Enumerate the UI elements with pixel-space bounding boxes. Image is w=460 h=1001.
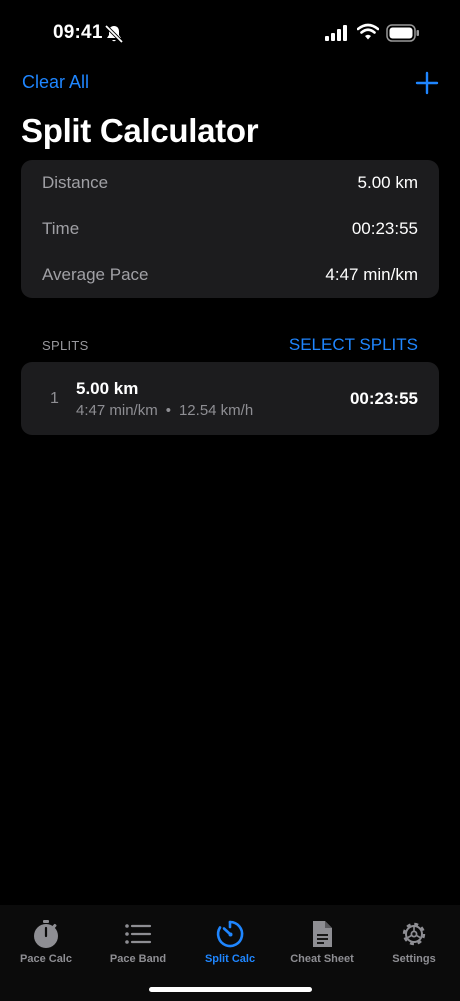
summary-card: Distance 5.00 km Time 00:23:55 Average P… xyxy=(21,160,439,298)
status-time: 09:41 xyxy=(53,22,103,43)
time-label: Time xyxy=(42,219,80,238)
gear-icon xyxy=(402,922,426,946)
tab-settings[interactable]: Settings xyxy=(368,919,460,969)
average-pace-row[interactable]: Average Pace 4:47 min/km xyxy=(21,252,439,298)
wifi-icon xyxy=(357,23,379,40)
separator-dot: • xyxy=(165,402,171,419)
split-speed: 12.54 km/h xyxy=(178,402,254,419)
add-split-button[interactable] xyxy=(414,70,440,96)
tab-label: Pace Calc xyxy=(20,953,72,965)
select-splits-button[interactable]: SELECT SPLITS xyxy=(289,335,418,355)
distance-row[interactable]: Distance 5.00 km xyxy=(21,160,439,206)
battery-icon xyxy=(386,24,419,42)
tab-label: Settings xyxy=(392,953,436,965)
split-index: 1 xyxy=(50,390,59,407)
document-icon xyxy=(313,921,332,947)
distance-label: Distance xyxy=(42,173,109,192)
signal-icon xyxy=(325,25,347,41)
average-pace-label: Average Pace xyxy=(42,265,149,284)
home-indicator[interactable] xyxy=(149,987,312,992)
status-bar: 09:41 xyxy=(0,0,460,70)
tab-cheat-sheet[interactable]: Cheat Sheet xyxy=(276,919,368,969)
tab-label: Pace Band xyxy=(109,953,167,965)
bell-slash-icon xyxy=(104,24,124,44)
split-pace: 4:47 min/km xyxy=(76,402,158,419)
time-row[interactable]: Time 00:23:55 xyxy=(21,206,439,252)
tab-pace-calc[interactable]: Pace Calc xyxy=(0,919,92,969)
timer-icon xyxy=(216,920,244,948)
split-details: 4:47 min/km • 12.54 km/h xyxy=(76,402,253,419)
tab-split-calc[interactable]: Split Calc xyxy=(184,919,276,969)
tab-pace-band[interactable]: Pace Band xyxy=(92,919,184,969)
average-pace-value: 4:47 min/km xyxy=(325,265,418,284)
split-distance: 5.00 km xyxy=(76,379,139,398)
splits-section-header: SPLITS xyxy=(42,338,89,353)
time-value: 00:23:55 xyxy=(351,219,418,238)
split-row[interactable]: 1 5.00 km 4:47 min/km • 12.54 km/h 00:23:5… xyxy=(21,362,439,435)
page-title: Split Calculator xyxy=(21,112,259,149)
plus-icon xyxy=(415,71,439,95)
distance-value: 5.00 km xyxy=(357,173,418,192)
tab-label: Split Calc xyxy=(204,953,256,965)
stopwatch-icon xyxy=(34,920,58,948)
tab-label: Cheat Sheet xyxy=(290,953,354,965)
split-time: 00:23:55 xyxy=(349,389,418,408)
navigation-bar: Clear All xyxy=(0,66,460,102)
clear-all-button[interactable]: Clear All xyxy=(22,72,89,93)
list-icon xyxy=(125,924,152,944)
